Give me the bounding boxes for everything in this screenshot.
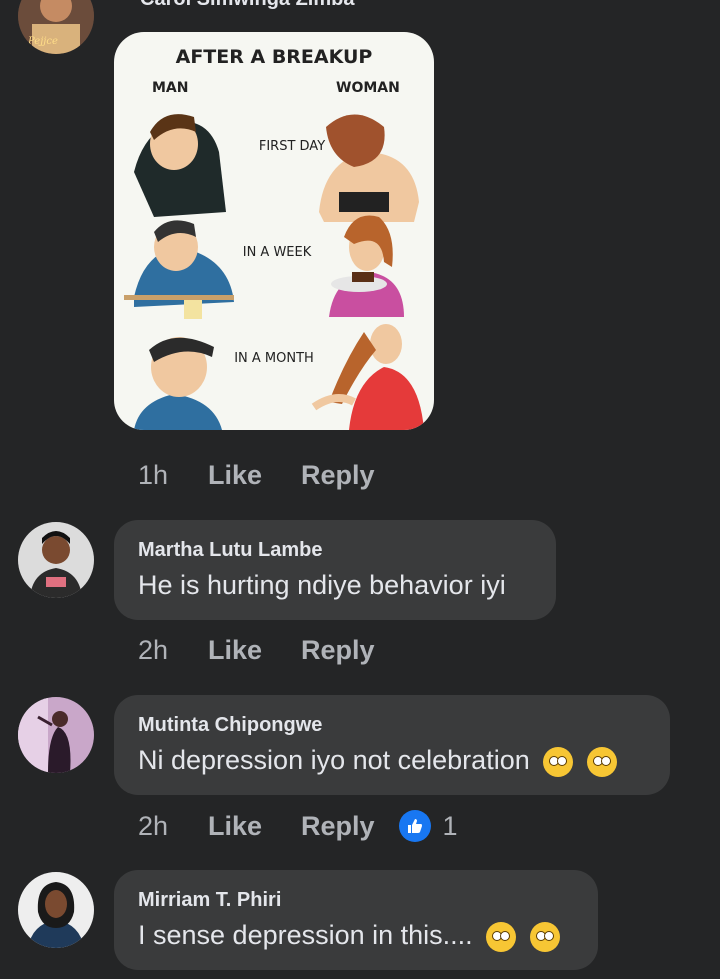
avatar-image [18,697,94,773]
comment-image[interactable]: AFTER A BREAKUP MAN WOMAN FIRST DAY IN A… [114,32,434,430]
comment-author[interactable]: Mutinta Chipongwe [138,713,646,737]
comment-bubble: Mutinta Chipongwe Ni depression iyo not … [114,695,670,795]
thinking-emoji [486,921,517,952]
avatar-carol[interactable]: Pejjce [18,0,94,54]
avatar-martha[interactable] [18,522,94,598]
comment-bubble: Martha Lutu Lambe He is hurting ndiye be… [114,520,556,620]
meme-row-label: IN A MONTH [234,351,314,366]
like-button[interactable]: Like [208,811,301,842]
meme-row-label: IN A WEEK [242,245,312,260]
reply-button[interactable]: Reply [301,460,375,491]
meme-right-header: WOMAN [336,80,400,96]
reaction-summary[interactable]: 1 [398,810,458,842]
comment-text: Ni depression iyo not celebration [138,745,530,775]
comment-author[interactable]: Carol Simwinga Zimba [140,0,354,11]
comment-author[interactable]: Martha Lutu Lambe [138,538,532,562]
comment-time[interactable]: 2h [138,635,208,666]
comment-actions: 2h Like Reply 1 [138,810,458,842]
meme-row-label: FIRST DAY [258,139,326,154]
comment-text-line: Ni depression iyo not celebration [138,743,646,777]
comment-actions: 1h Like Reply [138,460,375,491]
meme-left-header: MAN [152,80,189,96]
comment-text-line: I sense depression in this.... [138,918,574,952]
meme-title: AFTER A BREAKUP [175,46,373,68]
reaction-count: 1 [442,810,458,841]
like-button[interactable]: Like [208,460,301,491]
like-button[interactable]: Like [208,635,301,666]
reply-button[interactable]: Reply [301,635,375,666]
svg-text:Pejjce: Pejjce [27,36,58,47]
thumbs-up-icon [398,810,431,842]
avatar-image: Pejjce [18,0,94,54]
comment-bubble: Mirriam T. Phiri I sense depression in t… [114,870,598,970]
eye-roll-emoji [586,746,617,777]
comment-time[interactable]: 1h [138,460,208,491]
reply-button[interactable]: Reply [301,811,375,842]
avatar-mirriam[interactable] [18,872,94,948]
comment-text: I sense depression in this.... [138,920,473,950]
eye-roll-emoji [543,746,574,777]
avatar-image [18,872,94,948]
comment-text: He is hurting ndiye behavior iyi [138,570,506,600]
eye-roll-emoji [529,921,560,952]
avatar-image [18,522,94,598]
avatar-mutinta[interactable] [18,697,94,773]
comment-time[interactable]: 2h [138,811,208,842]
comment-actions: 2h Like Reply [138,635,375,666]
comment-author[interactable]: Mirriam T. Phiri [138,888,574,912]
